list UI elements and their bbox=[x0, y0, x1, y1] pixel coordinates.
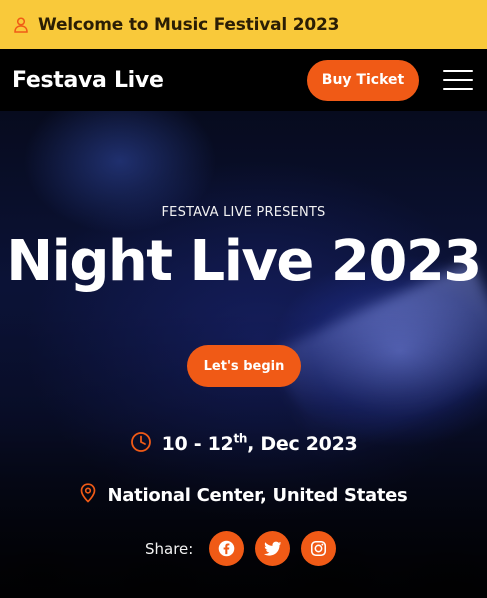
share-label: Share: bbox=[145, 539, 194, 558]
event-date-row: 10 - 12th, Dec 2023 bbox=[0, 431, 487, 457]
announcement-text: Welcome to Music Festival 2023 bbox=[38, 14, 340, 35]
event-date-suffix: th bbox=[233, 431, 248, 446]
share-row: Share: bbox=[145, 531, 337, 566]
presents-subtitle: FESTAVA LIVE PRESENTS bbox=[161, 205, 326, 220]
hero-section: FESTAVA LIVE PRESENTS Night Live 2023 Le… bbox=[0, 111, 487, 598]
announcement-bar: Welcome to Music Festival 2023 bbox=[0, 0, 487, 49]
brand-logo[interactable]: Festava Live bbox=[12, 68, 164, 93]
event-date: 10 - 12th, Dec 2023 bbox=[162, 433, 358, 455]
buy-ticket-button[interactable]: Buy Ticket bbox=[307, 59, 419, 101]
facebook-icon[interactable] bbox=[209, 531, 245, 566]
nav-actions: Buy Ticket bbox=[307, 59, 475, 101]
person-icon bbox=[14, 16, 28, 33]
event-date-month: , Dec 2023 bbox=[247, 433, 358, 455]
clock-icon bbox=[130, 431, 152, 457]
lets-begin-button[interactable]: Let's begin bbox=[187, 345, 301, 387]
event-venue: National Center, United States bbox=[107, 484, 408, 506]
event-date-range: 10 - 12 bbox=[161, 433, 234, 455]
hero-content: FESTAVA LIVE PRESENTS Night Live 2023 Le… bbox=[0, 111, 487, 598]
event-venue-row: National Center, United States bbox=[0, 483, 487, 507]
hero-headline: Night Live 2023 bbox=[6, 229, 482, 294]
twitter-icon[interactable] bbox=[255, 531, 291, 566]
map-pin-icon bbox=[80, 483, 96, 507]
navbar: Festava Live Buy Ticket bbox=[0, 49, 487, 111]
instagram-icon[interactable] bbox=[301, 531, 337, 566]
hamburger-menu-icon[interactable] bbox=[443, 70, 473, 90]
